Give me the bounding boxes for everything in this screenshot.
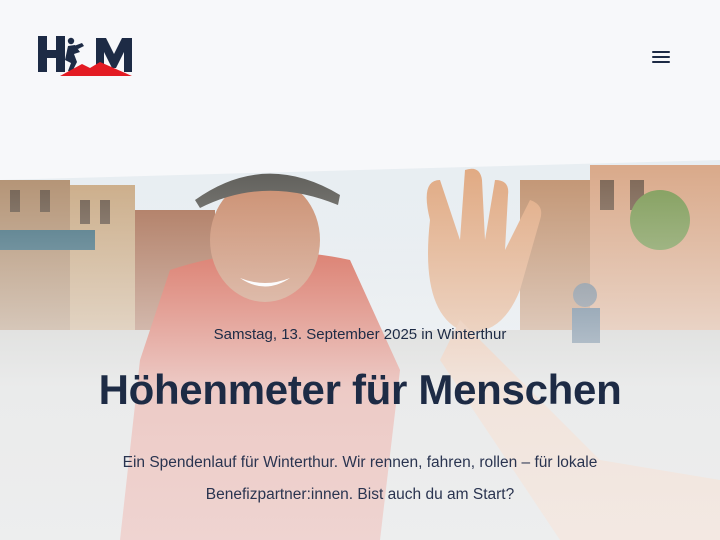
event-date: Samstag, 13. September 2025 in Winterthu…	[213, 326, 507, 343]
site-header	[0, 0, 720, 180]
page-title: Höhenmeter für Menschen	[98, 366, 622, 413]
menu-button[interactable]	[650, 48, 672, 68]
hamburger-menu-icon	[650, 51, 672, 63]
hero-intro-text: Ein Spendenlauf für Winterthur. Wir renn…	[122, 454, 598, 503]
hfm-logo[interactable]	[38, 36, 132, 76]
